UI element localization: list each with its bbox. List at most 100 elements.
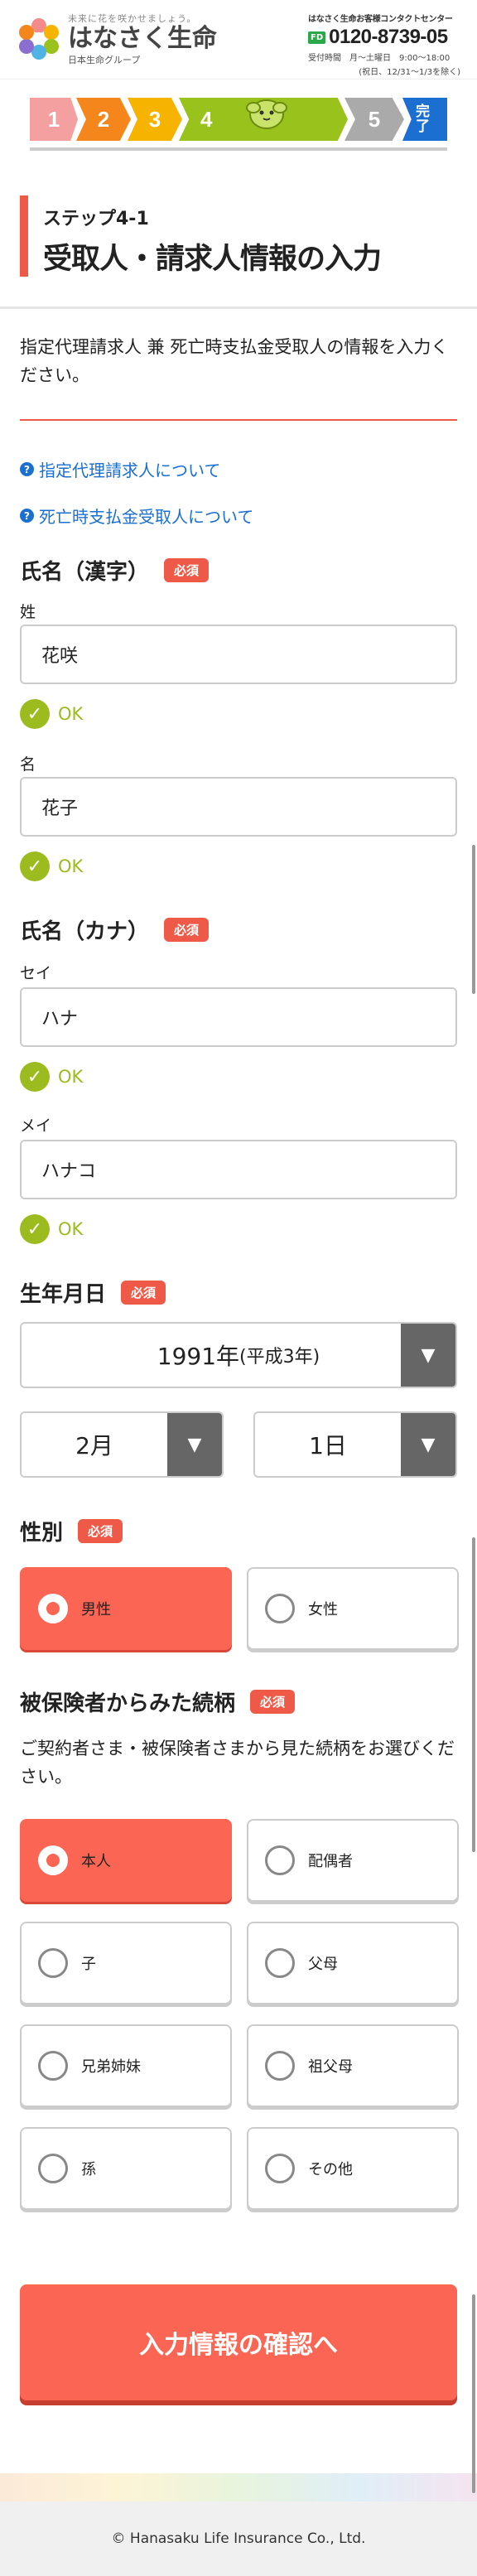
birth-month-select[interactable]: 2月 ▼ — [20, 1411, 224, 1478]
birth-day-select[interactable]: 1日 ▼ — [253, 1411, 457, 1478]
birth-year-era: (平成3年) — [239, 1347, 320, 1368]
mei-kanji-input[interactable]: 花子 — [20, 777, 457, 837]
contact-center: はなさく生命お客様コンタクトセンター FD 0120-8739-05 受付時間 … — [308, 12, 460, 77]
relationship-option-parents[interactable]: 父母 — [247, 1922, 459, 2004]
radio-empty-icon — [265, 2154, 295, 2183]
hours-label: 受付時間 — [308, 54, 341, 63]
radio-empty-icon — [265, 1845, 295, 1875]
scrollbar-thumb[interactable] — [472, 845, 475, 994]
relationship-option-label: 父母 — [308, 1956, 338, 1973]
dropdown-arrow-icon: ▼ — [401, 1413, 455, 1476]
footer-decoration — [0, 2473, 477, 2501]
help-link-label: 指定代理請求人について — [39, 461, 221, 480]
birthdate-label: 生年月日 — [20, 1282, 107, 1307]
help-link-label: 死亡時支払金受取人について — [39, 507, 254, 527]
mascot-icon — [246, 99, 287, 129]
radio-empty-icon — [38, 2154, 68, 2183]
step-progress: 1 2 3 4 5 完了 — [0, 80, 477, 166]
hours-value: 月〜土曜日 9:00〜18:00 — [349, 54, 450, 63]
gender-option-female[interactable]: 女性 — [247, 1567, 459, 1650]
radio-empty-icon — [265, 1594, 295, 1623]
birthdate-heading: 生年月日 必須 — [20, 1277, 166, 1308]
ok-label: OK — [58, 1067, 84, 1087]
help-link-death-beneficiary[interactable]: ? 死亡時支払金受取人について — [20, 504, 253, 528]
ok-label: OK — [58, 704, 84, 724]
check-icon: ✓ — [20, 699, 50, 729]
brand-logo[interactable]: 未来に花を咲かせましょう。 はなさく生命 日本生命グループ — [18, 12, 217, 66]
gender-heading: 性別 必須 — [20, 1516, 123, 1546]
birth-day-value: 1日 — [309, 1432, 347, 1459]
required-badge: 必須 — [164, 918, 210, 942]
relationship-option-spouse[interactable]: 配偶者 — [247, 1819, 459, 1902]
contact-title: はなさく生命お客様コンタクトセンター — [308, 15, 453, 24]
mei-kana-label: メイ — [20, 1117, 52, 1135]
site-header: 未来に花を咲かせましょう。 はなさく生命 日本生命グループ はなさく生命お客様コ… — [0, 0, 477, 80]
step-1: 1 — [30, 98, 78, 141]
check-icon: ✓ — [20, 1214, 50, 1244]
sei-kana-ok: ✓ OK — [20, 1062, 83, 1092]
question-icon: ? — [20, 462, 34, 476]
gender-option-male[interactable]: 男性 — [20, 1567, 232, 1650]
copyright: © Hanasaku Life Insurance Co., Ltd. — [111, 2530, 366, 2547]
step-5: 5 — [344, 98, 404, 141]
mei-kanji-ok: ✓ OK — [20, 851, 83, 881]
relationship-heading: 被保険者からみた続柄 必須 — [20, 1686, 296, 1717]
hours-note: (祝日、12/31〜1/3を除く) — [359, 68, 460, 77]
birth-month-value: 2月 — [75, 1432, 113, 1459]
relationship-option-other[interactable]: その他 — [247, 2127, 459, 2210]
confirm-button[interactable]: 入力情報の確認へ — [20, 2284, 457, 2400]
step-complete: 完了 — [402, 98, 447, 141]
required-badge: 必須 — [78, 1519, 123, 1543]
relationship-option-label: 祖父母 — [308, 2058, 353, 2076]
relationship-note: ご契約者さま・被保険者さまから見た続柄をお選びください。 — [20, 1739, 455, 1787]
name-kana-heading: 氏名（カナ） 必須 — [20, 914, 210, 945]
ok-label: OK — [58, 856, 84, 876]
question-icon: ? — [20, 509, 34, 523]
mei-kana-input[interactable]: ハナコ — [20, 1140, 457, 1199]
steps-underline — [30, 147, 447, 151]
relationship-option-label: 孫 — [81, 2161, 96, 2178]
required-badge: 必須 — [250, 1690, 296, 1714]
scrollbar-thumb[interactable] — [472, 2294, 475, 2493]
help-link-proxy-claimant[interactable]: ? 指定代理請求人について — [20, 457, 220, 481]
title-divider — [0, 306, 477, 309]
step-subtitle: ステップ4-1 — [43, 209, 149, 229]
step-3: 3 — [128, 98, 182, 141]
sei-kana-label: セイ — [20, 964, 52, 982]
relationship-option-child[interactable]: 子 — [20, 1922, 232, 2004]
relationship-option-self[interactable]: 本人 — [20, 1819, 232, 1902]
relationship-option-label: その他 — [308, 2161, 353, 2178]
flower-logo-icon — [18, 18, 60, 60]
intro-text: 指定代理請求人 兼 死亡時支払金受取人の情報を入力ください。 — [20, 337, 449, 385]
sei-kanji-input[interactable]: 花咲 — [20, 625, 457, 684]
brand-group: 日本生命グループ — [68, 55, 141, 65]
page-title: 受取人・請求人情報の入力 — [43, 243, 382, 276]
name-kana-label: 氏名（カナ） — [20, 919, 150, 944]
name-kanji-label: 氏名（漢字） — [20, 560, 150, 585]
birth-year-select[interactable]: 1991年 (平成3年) ▼ — [20, 1322, 457, 1388]
brand-name: はなさく生命 — [68, 24, 217, 53]
sei-kana-input[interactable]: ハナ — [20, 987, 457, 1047]
radio-empty-icon — [38, 2051, 68, 2081]
radio-empty-icon — [265, 2051, 295, 2081]
freedial-icon: FD — [308, 31, 326, 44]
required-badge: 必須 — [164, 558, 210, 582]
check-icon: ✓ — [20, 1062, 50, 1092]
birth-year-value: 1991年 — [157, 1343, 240, 1370]
relationship-option-label: 兄弟姉妹 — [81, 2058, 141, 2076]
scrollbar-thumb[interactable] — [472, 1537, 475, 1852]
gender-option-label: 男性 — [81, 1601, 111, 1618]
name-kanji-heading: 氏名（漢字） 必須 — [20, 555, 210, 586]
check-icon: ✓ — [20, 851, 50, 881]
relationship-option-grandparents[interactable]: 祖父母 — [247, 2024, 459, 2107]
brand-tagline: 未来に花を咲かせましょう。 — [68, 13, 197, 24]
dropdown-arrow-icon: ▼ — [401, 1324, 455, 1387]
mei-kana-ok: ✓ OK — [20, 1214, 83, 1244]
contact-phone[interactable]: 0120-8739-05 — [329, 26, 448, 49]
intro-divider — [20, 419, 457, 421]
page-heading: ステップ4-1 受取人・請求人情報の入力 — [20, 195, 382, 277]
footer: © Hanasaku Life Insurance Co., Ltd. — [0, 2501, 477, 2576]
dropdown-arrow-icon: ▼ — [167, 1413, 222, 1476]
relationship-option-grandchild[interactable]: 孫 — [20, 2127, 232, 2210]
relationship-option-siblings[interactable]: 兄弟姉妹 — [20, 2024, 232, 2107]
